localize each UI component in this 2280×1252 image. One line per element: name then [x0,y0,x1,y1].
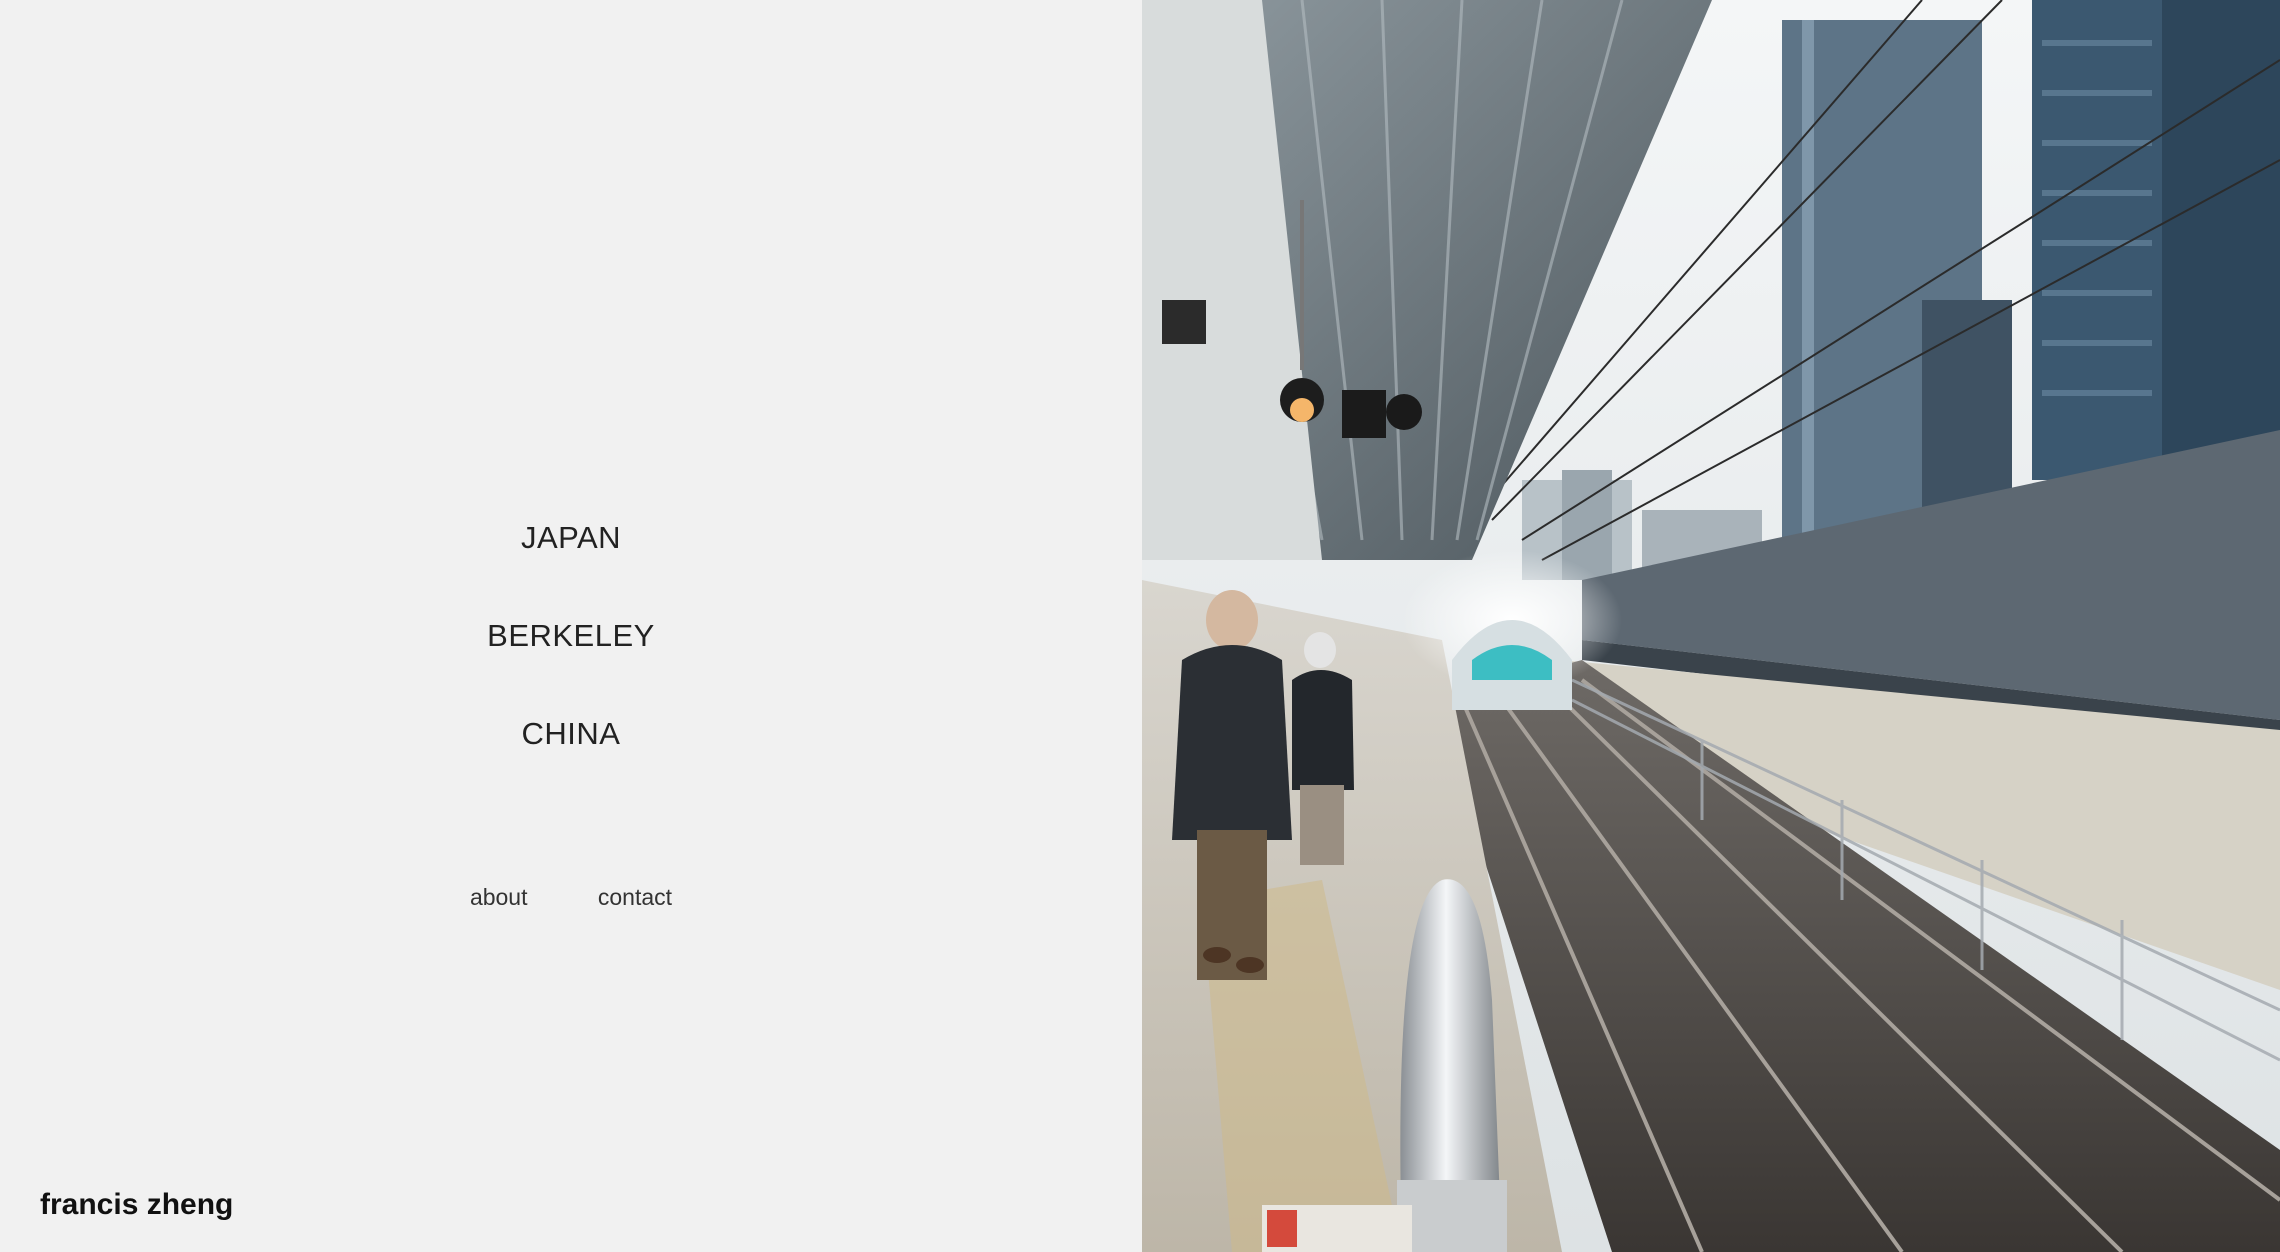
site-brand[interactable]: francis zheng [40,1188,233,1222]
nav-item-china[interactable]: CHINA [0,716,1142,752]
left-panel: JAPAN BERKELEY CHINA about contact franc… [0,0,1142,1252]
train-station-image [1142,0,2280,1252]
about-link[interactable]: about [470,884,528,911]
page: JAPAN BERKELEY CHINA about contact franc… [0,0,2280,1252]
secondary-nav: about contact [0,884,1142,911]
contact-link[interactable]: contact [598,884,672,911]
nav-item-berkeley[interactable]: BERKELEY [0,618,1142,654]
featured-photo [1142,0,2280,1252]
nav-item-japan[interactable]: JAPAN [0,520,1142,556]
gallery-nav: JAPAN BERKELEY CHINA [0,520,1142,752]
